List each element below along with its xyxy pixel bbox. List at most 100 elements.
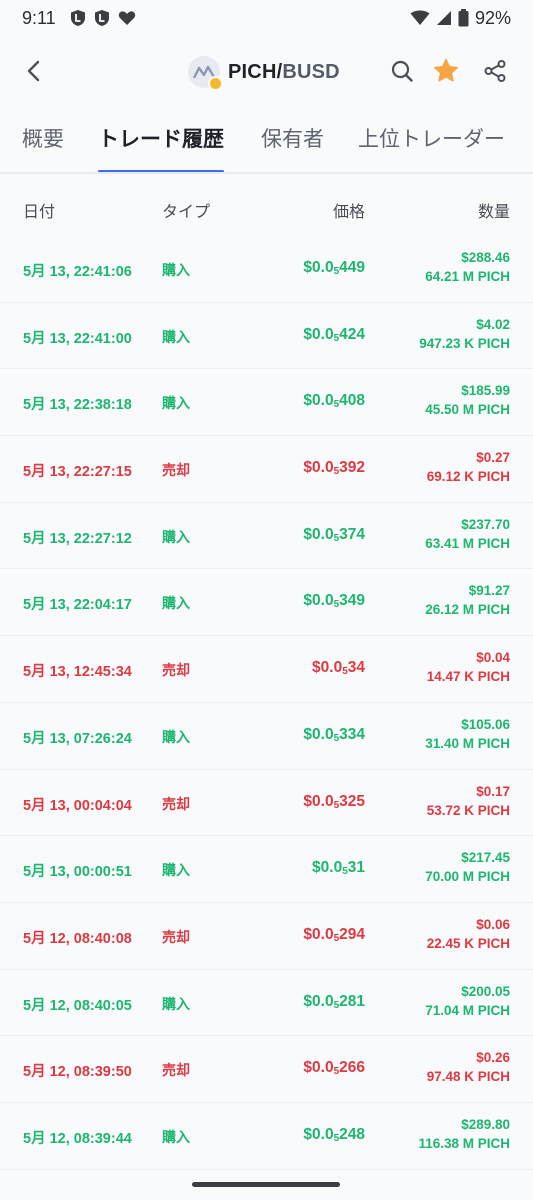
trade-type: 購入 [162, 263, 190, 279]
star-icon [434, 58, 458, 82]
price-digits: 266 [339, 1059, 365, 1077]
trade-row[interactable]: 5月 13, 00:00:51 購入 $0.0531 $217.45 70.00 M P… [0, 836, 533, 903]
price-prefix: $0.0 [303, 792, 334, 810]
trade-amount-usd: $200.05 [461, 983, 510, 999]
trade-row[interactable]: 5月 12, 08:39:44 購入 $0.05248 $289.80 116.38 M… [0, 1103, 533, 1170]
trade-type: 売却 [162, 663, 190, 680]
bnb-chain-badge-icon [208, 76, 223, 91]
column-price: 価格 [332, 202, 365, 221]
trade-amount-usd: $0.04 [476, 650, 510, 666]
price-digits: 325 [339, 792, 365, 810]
price-digits: 424 [339, 325, 365, 343]
trade-quantity: 64.21 M PICH [425, 269, 510, 284]
trade-amount-usd: $0.26 [476, 1050, 510, 1066]
trade-quantity: 31.40 M PICH [425, 735, 510, 751]
trade-price: $0.05334 [303, 726, 365, 744]
trade-row[interactable]: 5月 13, 00:04:04 売却 $0.05325 $0.17 53.72 K PI… [0, 770, 533, 837]
app-header: PICH/BUSD [0, 36, 533, 108]
price-prefix: $0.0 [303, 1125, 334, 1143]
cell-signal-icon [436, 10, 452, 26]
trade-row[interactable]: 5月 13, 22:27:12 購入 $0.05374 $237.70 63.41 M … [0, 503, 533, 570]
trade-quantity: 116.38 M PICH [418, 1135, 510, 1151]
trade-price: $0.05392 [303, 459, 365, 477]
price-prefix: $0.0 [303, 1059, 334, 1077]
price-digits: 408 [339, 392, 365, 410]
trade-row[interactable]: 5月 12, 08:40:05 購入 $0.05281 $200.05 71.04 M … [0, 970, 533, 1037]
trade-amount-usd: $217.45 [461, 850, 510, 866]
trade-amount-usd: $4.02 [476, 316, 510, 332]
search-button[interactable] [387, 56, 417, 86]
trade-row[interactable]: 5月 12, 08:40:08 売却 $0.05294 $0.06 22.45 K PI… [0, 903, 533, 970]
trade-amount-usd: $237.70 [461, 516, 510, 532]
trade-quantity: 97.48 K PICH [426, 1069, 510, 1085]
share-icon [484, 60, 506, 82]
price-digits: 349 [339, 592, 365, 610]
trade-price: $0.05349 [303, 592, 365, 610]
tab-top-traders[interactable]: 上位トレーダー [358, 108, 505, 172]
favorite-button[interactable] [431, 56, 461, 86]
trade-date: 5月 12, 08:40:08 [23, 930, 132, 947]
trade-row[interactable]: 5月 13, 22:27:15 売却 $0.05392 $0.27 69.12 K PI… [0, 436, 533, 503]
trade-row[interactable]: 5月 13, 22:38:18 購入 $0.05408 $185.99 45.50 M … [0, 369, 533, 437]
trade-date: 5月 13, 07:26:24 [23, 730, 132, 747]
trade-amount-usd: $91.27 [468, 583, 510, 599]
trade-type: 売却 [162, 463, 190, 480]
trade-quantity: 70.00 M PICH [425, 869, 510, 885]
price-digits: 334 [339, 725, 365, 743]
trade-date: 5月 13, 22:27:12 [23, 530, 132, 547]
trade-price: $0.05294 [303, 926, 365, 944]
price-digits: 281 [339, 992, 365, 1010]
shield-notification-icon [70, 9, 86, 27]
share-button[interactable] [480, 56, 510, 86]
trade-quantity: 22.45 K PICH [426, 935, 510, 951]
trade-date: 5月 13, 22:04:17 [23, 597, 132, 614]
trade-date: 5月 13, 12:45:34 [23, 664, 132, 681]
battery-icon [458, 9, 469, 27]
trade-type: 購入 [162, 729, 190, 746]
price-prefix: $0.0 [303, 459, 334, 477]
price-digits: 374 [339, 525, 365, 543]
trade-type: 購入 [162, 329, 190, 346]
tab-holders[interactable]: 保有者 [261, 108, 324, 172]
tab-overview[interactable]: 概要 [22, 108, 64, 172]
trade-date: 5月 13, 00:00:51 [23, 864, 132, 881]
trade-row[interactable]: 5月 13, 22:41:06 購入 $0.05449 $288.46 64.21 M … [0, 236, 533, 303]
search-icon [391, 60, 413, 82]
trade-type: 売却 [162, 796, 190, 813]
trade-row[interactable]: 5月 13, 22:04:17 購入 $0.05349 $91.27 26.12 M P… [0, 569, 533, 637]
trade-type: 売却 [162, 929, 190, 946]
trade-price: $0.05449 [303, 259, 365, 277]
trade-row[interactable]: 5月 13, 07:26:24 購入 $0.05334 $105.06 31.40 M … [0, 703, 533, 770]
price-digits: 31 [347, 859, 365, 877]
price-prefix: $0.0 [312, 659, 343, 677]
trade-amount-usd: $0.27 [476, 450, 510, 466]
trade-date: 5月 13, 22:41:06 [23, 264, 132, 280]
price-digits: 294 [339, 925, 365, 943]
tab-bar: 概要 トレード履歴 保有者 上位トレーダー [0, 108, 533, 174]
trade-date: 5月 13, 22:41:00 [23, 330, 132, 347]
table-header: 日付 タイプ 価格 数量 [0, 174, 533, 236]
trade-row[interactable]: 5月 13, 12:45:34 売却 $0.0534 $0.04 14.47 K PIC… [0, 636, 533, 703]
price-prefix: $0.0 [303, 525, 334, 543]
price-digits: 449 [339, 259, 365, 276]
price-prefix: $0.0 [303, 592, 334, 610]
price-prefix: $0.0 [303, 725, 334, 743]
trade-quantity: 26.12 M PICH [425, 602, 510, 618]
trade-price: $0.05424 [303, 326, 365, 344]
back-button[interactable] [18, 56, 48, 86]
tab-trade-history[interactable]: トレード履歴 [98, 108, 224, 172]
chevron-left-icon [27, 60, 40, 82]
trade-amount-usd: $288.46 [461, 250, 510, 265]
trade-quantity: 45.50 M PICH [425, 402, 510, 418]
trade-row[interactable]: 5月 13, 22:41:00 購入 $0.05424 $4.02 947.23 K P… [0, 303, 533, 370]
trade-quantity: 947.23 K PICH [419, 335, 510, 351]
home-indicator[interactable] [192, 1182, 340, 1187]
trade-row[interactable]: 5月 12, 08:39:50 売却 $0.05266 $0.26 97.48 K PI… [0, 1036, 533, 1103]
price-digits: 34 [347, 659, 365, 677]
trade-type: 売却 [162, 1063, 190, 1080]
trade-date: 5月 13, 00:04:04 [23, 797, 132, 814]
price-prefix: $0.0 [303, 925, 334, 943]
trade-amount-usd: $185.99 [461, 383, 510, 399]
trade-price: $0.05374 [303, 526, 365, 544]
status-bar: 9:11 92% [0, 0, 533, 36]
